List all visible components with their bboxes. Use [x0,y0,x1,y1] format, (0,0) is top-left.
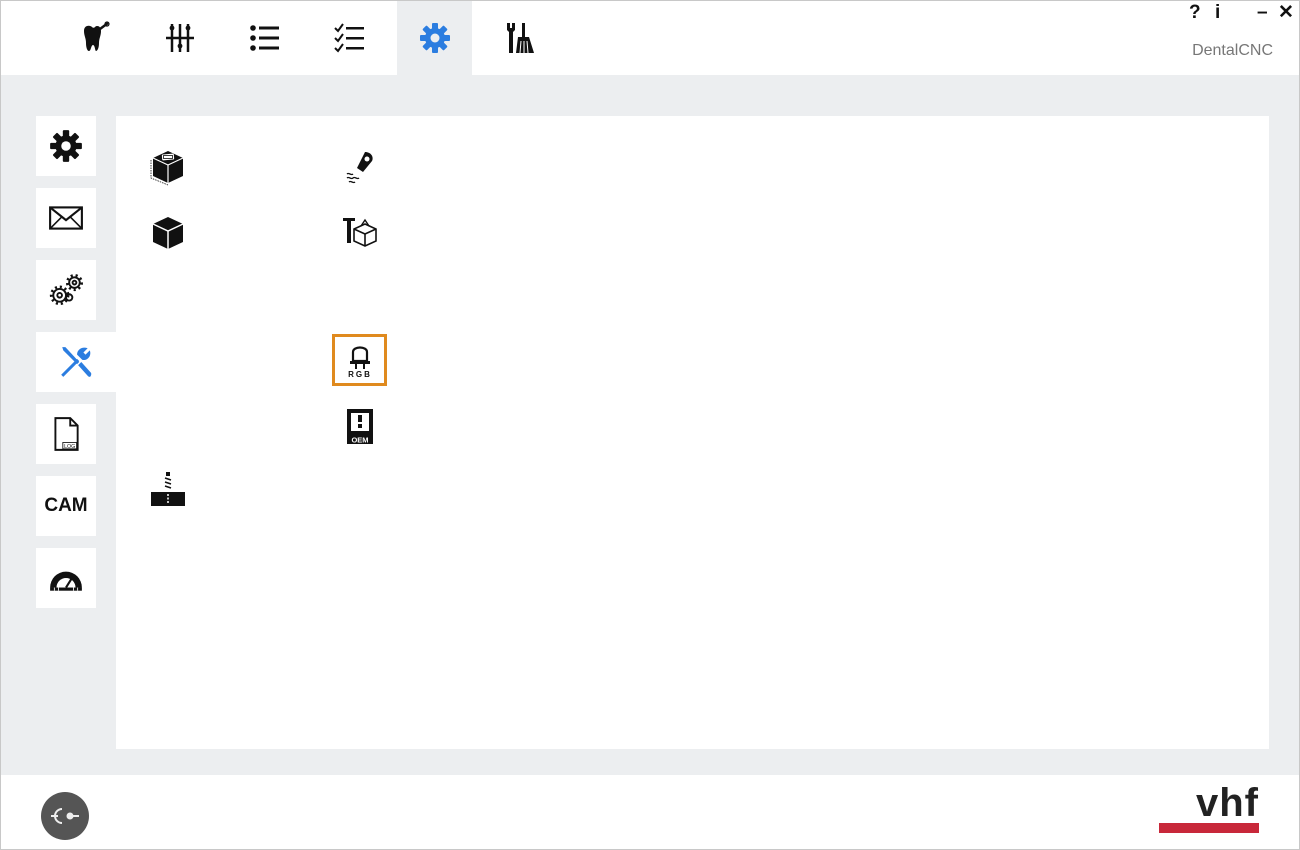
adjust-sliders-icon [165,24,194,52]
sidebar-item-tools[interactable] [36,332,116,392]
wrench-broom-icon [506,23,534,54]
footer-bar: vhf [1,775,1299,849]
sidebar-item-calibration[interactable] [36,548,96,608]
sidebar-item-log[interactable]: LOG [36,404,96,464]
tab-checklist[interactable] [312,1,387,75]
tab-adjust[interactable] [142,1,217,75]
checklist-icon [333,23,364,53]
tab-list[interactable] [227,1,302,75]
help-button[interactable]: ? [1189,3,1201,23]
milling-tool-icon [150,472,185,506]
rgb-led-icon: RGB [348,346,372,379]
tile-material-label[interactable] [140,141,195,193]
connection-button[interactable] [41,792,89,840]
gears-icon [49,274,83,306]
rgb-label: RGB [348,370,372,379]
tile-tool-box[interactable] [332,207,387,259]
tile-milling-tool[interactable] [140,463,195,515]
tile-material[interactable] [140,207,195,259]
log-label: LOG [64,444,75,450]
tile-rgb-led[interactable]: RGB [332,334,387,386]
tile-oem[interactable]: OEM [332,400,387,452]
pin-signal-icon [346,152,373,184]
plug-connection-icon [51,808,79,824]
cam-label: CAM [44,495,88,516]
protractor-icon [50,571,82,591]
logo-text: vhf [1196,781,1259,825]
vhf-logo: vhf [1159,781,1261,833]
tooth-icon [83,21,110,51]
tab-service[interactable] [482,1,557,75]
top-bar: ? i – ✕ DentalCNC [1,1,1299,75]
log-file-icon: LOG [54,417,79,451]
info-button[interactable]: i [1215,3,1220,23]
gear-icon [419,23,450,53]
sidebar-item-messages[interactable] [36,188,96,248]
minimize-button[interactable]: – [1257,3,1268,23]
app-brand: DentalCNC [1192,42,1273,59]
tools-icon [61,347,92,377]
list-icon [249,25,279,51]
tile-probe[interactable] [332,141,387,193]
gear-icon [50,130,82,162]
tab-settings[interactable] [397,1,472,75]
settings-panel: RGB OEM [116,116,1269,749]
oem-icon: OEM [346,409,373,445]
sidebar-item-general[interactable] [36,116,96,176]
close-button[interactable]: ✕ [1278,3,1294,23]
tool-box-icon [342,218,377,247]
oem-label: OEM [351,436,368,445]
cube-label-icon [150,151,183,186]
logo-bar [1159,823,1259,833]
tab-tooth[interactable] [57,1,132,75]
envelope-icon [49,206,83,230]
cube-icon [152,217,183,249]
sidebar-item-cam[interactable]: CAM [36,476,96,536]
sidebar-item-machine[interactable] [36,260,96,320]
